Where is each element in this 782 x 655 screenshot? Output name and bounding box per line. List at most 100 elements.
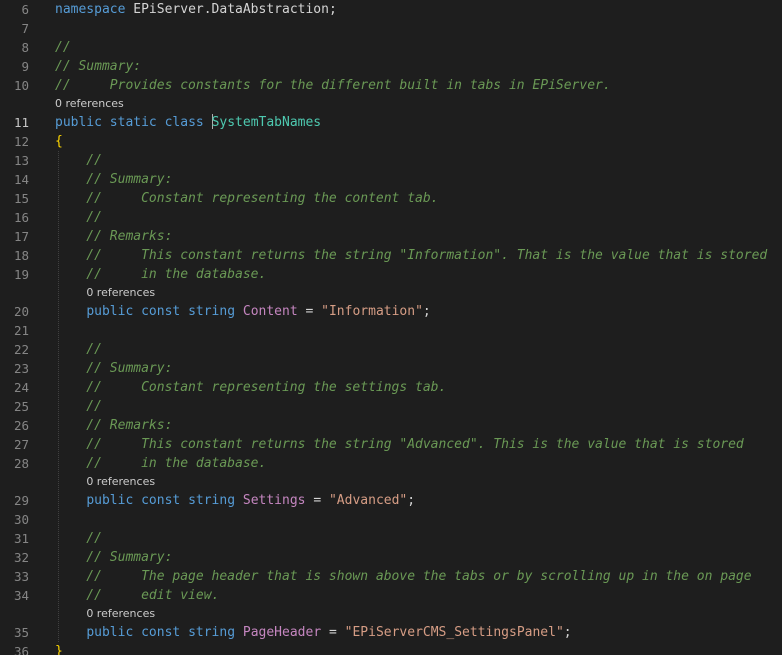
line-number: 14: [13, 172, 29, 187]
line-number: 18: [13, 248, 29, 263]
code-token: string: [188, 304, 236, 319]
code-token: public: [86, 625, 134, 640]
line-number: 20: [13, 304, 29, 319]
line-code[interactable]: // in the database.: [55, 265, 266, 284]
line-code[interactable]: // Provides constants for the different …: [55, 76, 611, 95]
code-token: // in the database.: [55, 456, 267, 471]
code-token: // edit view.: [55, 588, 220, 603]
line-number: 29: [13, 493, 29, 508]
line-number: 36: [13, 644, 29, 655]
code-line: 15 // Constant representing the content …: [0, 189, 782, 208]
line-code[interactable]: //: [55, 208, 102, 227]
code-token: // Summary:: [55, 550, 173, 565]
line-code[interactable]: public const string Settings = "Advanced…: [55, 491, 415, 510]
code-token: public: [86, 493, 134, 508]
line-code[interactable]: //: [55, 38, 71, 57]
code-token: string: [188, 493, 236, 508]
line-code[interactable]: {: [55, 132, 63, 151]
line-number: 10: [13, 78, 29, 93]
line-code[interactable]: namespace EPiServer.DataAbstraction;: [55, 0, 337, 19]
code-token: public: [55, 115, 102, 130]
line-code[interactable]: // The page header that is shown above t…: [55, 567, 751, 586]
line-number: 16: [13, 210, 29, 225]
code-line: 28 // in the database.: [0, 454, 782, 473]
line-code[interactable]: // Constant representing the content tab…: [55, 189, 438, 208]
code-line: 21: [0, 321, 782, 340]
code-line: 9 // Summary:: [0, 57, 782, 76]
code-editor[interactable]: 6 namespace EPiServer.DataAbstraction; 7 8 /…: [0, 0, 782, 655]
line-code[interactable]: }: [55, 642, 63, 655]
code-token: PageHeader: [242, 625, 322, 640]
line-number: 34: [13, 588, 29, 603]
line-code[interactable]: public const string PageHeader = "EPiSer…: [55, 623, 571, 642]
line-code[interactable]: //: [55, 340, 102, 359]
line-code[interactable]: public static class SystemTabNames: [55, 113, 321, 132]
codelens-references[interactable]: 0 references: [86, 606, 155, 622]
line-number: 27: [13, 437, 29, 452]
codelens-references[interactable]: 0 references: [55, 96, 124, 112]
code-token: //: [55, 153, 102, 168]
line-code[interactable]: // edit view.: [55, 586, 219, 605]
code-line: 6 namespace EPiServer.DataAbstraction;: [0, 0, 782, 19]
code-line: 14 // Summary:: [0, 170, 782, 189]
line-code[interactable]: // Remarks:: [55, 227, 172, 246]
line-code[interactable]: // Summary:: [55, 359, 172, 378]
line-number: 35: [13, 625, 29, 640]
code-token: =: [305, 493, 329, 508]
line-code[interactable]: //: [55, 397, 102, 416]
line-code[interactable]: //: [55, 151, 102, 170]
line-code[interactable]: // Constant representing the settings ta…: [55, 378, 446, 397]
line-code[interactable]: // This constant returns the string "Adv…: [55, 435, 743, 454]
code-line: 19 // in the database.: [0, 265, 782, 284]
line-code[interactable]: // Summary:: [55, 170, 172, 189]
code-line: 22 //: [0, 340, 782, 359]
line-code[interactable]: // Remarks:: [55, 416, 172, 435]
code-line: 17 // Remarks:: [0, 227, 782, 246]
code-line: 10 // Provides constants for the differen…: [0, 76, 782, 95]
code-token: // in the database.: [55, 267, 267, 282]
codelens-references[interactable]: 0 references: [86, 474, 155, 490]
line-code[interactable]: public const string Content = "Informati…: [55, 302, 431, 321]
code-token: public: [86, 304, 134, 319]
code-line: 27 // This constant returns the string "…: [0, 435, 782, 454]
line-number: 21: [13, 323, 29, 338]
line-code[interactable]: // Summary:: [55, 57, 141, 76]
line-number: 9: [21, 59, 29, 74]
code-token: Content: [242, 304, 298, 319]
code-token: const: [141, 625, 181, 640]
line-code[interactable]: // This constant returns the string "Inf…: [55, 246, 767, 265]
code-token: ;: [422, 304, 431, 319]
code-line: 35 public const string PageHeader = "EPi…: [0, 623, 782, 642]
code-line: 16 //: [0, 208, 782, 227]
code-token: // Summary:: [55, 59, 142, 74]
code-line: 11 public static class SystemTabNames: [0, 113, 782, 132]
line-number: 19: [13, 267, 29, 282]
code-token: //: [55, 399, 102, 414]
code-token: string: [188, 625, 236, 640]
line-number: 11: [13, 115, 29, 130]
code-token: const: [141, 493, 181, 508]
code-line: 30: [0, 510, 782, 529]
line-code[interactable]: // Summary:: [55, 548, 172, 567]
codelens-references[interactable]: 0 references: [86, 285, 155, 301]
code-line: 32 // Summary:: [0, 548, 782, 567]
code-token: //: [55, 40, 71, 55]
line-code[interactable]: // in the database.: [55, 454, 266, 473]
line-code[interactable]: //: [55, 529, 102, 548]
line-number: 32: [13, 550, 29, 565]
code-token: //: [55, 342, 102, 357]
code-token: // Provides constants for the different …: [55, 78, 611, 93]
code-token: static: [109, 115, 157, 130]
code-token: {: [55, 134, 63, 149]
